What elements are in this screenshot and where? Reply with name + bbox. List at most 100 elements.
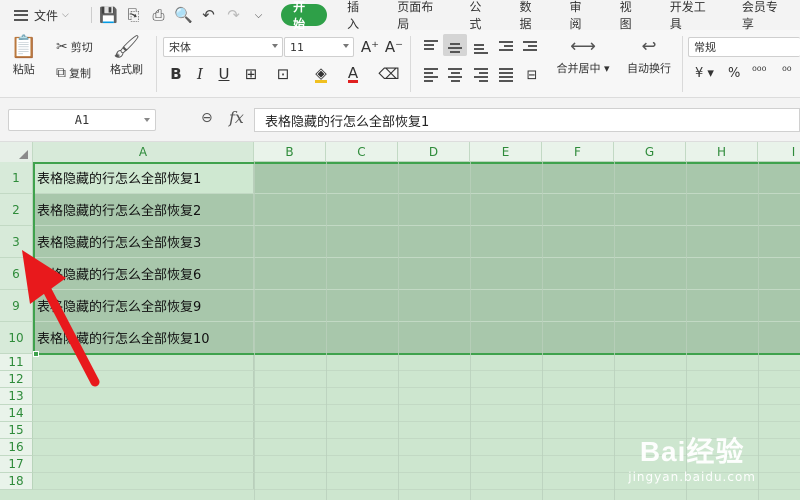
file-menu[interactable]: 文件 ⌵	[0, 0, 81, 30]
divider	[156, 36, 157, 92]
column-header-d[interactable]: D	[398, 142, 470, 162]
tab-5[interactable]: 数据	[505, 0, 555, 31]
row-header[interactable]: 2	[0, 194, 33, 226]
increase-font-icon[interactable]: A⁺	[359, 36, 381, 58]
currency-button[interactable]: ¥ ▾	[695, 66, 714, 81]
column-header-f[interactable]: F	[542, 142, 614, 162]
name-box[interactable]: A1	[8, 109, 156, 131]
indent-increase-icon[interactable]	[523, 41, 537, 53]
formula-input[interactable]: 表格隐藏的行怎么全部恢复1	[254, 108, 800, 132]
cell-a[interactable]	[33, 422, 254, 438]
column-header-h[interactable]: H	[686, 142, 758, 162]
column-header-c[interactable]: C	[326, 142, 398, 162]
export-icon[interactable]: ⎘	[121, 0, 146, 30]
row-header[interactable]: 10	[0, 322, 33, 354]
cell-a[interactable]	[33, 456, 254, 472]
align-bottom-icon[interactable]	[474, 44, 488, 56]
tab-2[interactable]: 插入	[333, 0, 383, 31]
tab-8[interactable]: 开发工具	[656, 0, 728, 31]
print-preview-icon[interactable]: 🔍	[171, 0, 196, 30]
cut-label: 剪切	[70, 41, 93, 54]
row-header[interactable]: 15	[0, 422, 33, 439]
align-top-icon[interactable]	[424, 40, 438, 52]
decimal-decrease-glyph: ⁰⁰	[782, 64, 792, 78]
tab-7[interactable]: 视图	[606, 0, 656, 31]
bold-button[interactable]: B	[165, 63, 187, 85]
cell-a[interactable]	[33, 405, 254, 421]
decimal-increase-button[interactable]: ⁰⁰⁰	[752, 64, 766, 78]
undo-icon[interactable]: ↶	[196, 0, 221, 30]
number-format-select[interactable]: 常规	[688, 37, 800, 57]
cell-a[interactable]	[33, 473, 254, 489]
font-name-select[interactable]: 宋体	[163, 37, 283, 57]
row-header[interactable]: 18	[0, 473, 33, 490]
font-color-icon[interactable]: A	[342, 63, 364, 85]
chevron-down-icon	[343, 44, 349, 48]
cut-button[interactable]: ✂ 剪切	[56, 39, 93, 55]
tab-9[interactable]: 会员专享	[728, 0, 800, 31]
indent-decrease-icon[interactable]	[499, 41, 513, 53]
row-header[interactable]: 13	[0, 388, 33, 405]
row-header[interactable]: 1	[0, 162, 33, 194]
cell-a[interactable]: 表格隐藏的行怎么全部恢复6	[33, 258, 254, 289]
zoom-icon[interactable]: ⊖	[201, 110, 213, 126]
justify-icon[interactable]	[499, 68, 513, 84]
column-header-e[interactable]: E	[470, 142, 542, 162]
decrease-font-icon[interactable]: A⁻	[383, 36, 405, 58]
table-row	[33, 354, 800, 371]
row-header[interactable]: 12	[0, 371, 33, 388]
redo-icon[interactable]: ↷	[221, 0, 246, 30]
select-all-corner[interactable]	[0, 142, 33, 162]
distributed-align-icon[interactable]: ⊟	[521, 64, 543, 86]
tab-3[interactable]: 页面布局	[383, 0, 455, 31]
cell-a[interactable]: 表格隐藏的行怎么全部恢复1	[33, 162, 254, 193]
copy-button[interactable]: ⧉ 复制	[56, 65, 91, 81]
clear-format-icon[interactable]: ⌫	[378, 63, 400, 85]
fx-icon[interactable]: fx	[229, 108, 244, 127]
cell-a[interactable]: 表格隐藏的行怎么全部恢复2	[33, 194, 254, 225]
cell-style-icon[interactable]: ⊡	[272, 63, 294, 85]
print-icon[interactable]: ⎙	[146, 0, 171, 30]
tab-6[interactable]: 审阅	[556, 0, 606, 31]
align-left-icon[interactable]	[424, 68, 438, 84]
merge-center-button[interactable]: ⟷ 合并居中 ▾	[553, 34, 613, 76]
row-header[interactable]: 9	[0, 290, 33, 322]
column-header-b[interactable]: B	[254, 142, 326, 162]
column-header-i[interactable]: I	[758, 142, 800, 162]
cell-a[interactable]	[33, 388, 254, 404]
customize-dropdown-icon[interactable]: ⌵	[246, 0, 271, 30]
row-header[interactable]: 3	[0, 226, 33, 258]
row-header[interactable]: 6	[0, 258, 33, 290]
row-header[interactable]: 16	[0, 439, 33, 456]
cell-a[interactable]	[33, 371, 254, 387]
cell-a[interactable]	[33, 354, 254, 370]
row-header[interactable]: 14	[0, 405, 33, 422]
underline-button[interactable]: U	[213, 63, 235, 85]
fill-handle[interactable]	[33, 351, 39, 357]
save-icon[interactable]: 💾	[96, 0, 121, 30]
tab-1[interactable]: 开始	[281, 0, 328, 31]
tab-4[interactable]: 公式	[455, 0, 505, 31]
font-size-select[interactable]: 11	[284, 37, 354, 57]
align-right-icon[interactable]	[474, 68, 488, 84]
column-header-g[interactable]: G	[614, 142, 686, 162]
paste-button[interactable]: 📋 粘贴	[10, 35, 37, 77]
fill-color-icon[interactable]: ◈	[310, 63, 332, 85]
decimal-decrease-button[interactable]: ⁰⁰	[782, 64, 792, 78]
italic-button[interactable]: I	[189, 63, 211, 85]
percent-button[interactable]: %	[728, 66, 740, 81]
border-icon[interactable]: ⊞	[240, 63, 262, 85]
cell-a[interactable]	[33, 439, 254, 455]
divider	[410, 36, 411, 92]
wrap-text-button[interactable]: ↩ 自动换行	[622, 34, 676, 76]
cell-a[interactable]: 表格隐藏的行怎么全部恢复10	[33, 322, 254, 353]
align-center-icon[interactable]	[448, 68, 462, 84]
chevron-down-icon: ⌵	[62, 10, 69, 20]
row-header[interactable]: 17	[0, 456, 33, 473]
file-menu-label: 文件	[34, 8, 59, 23]
format-painter-button[interactable]: 🖌 格式刷	[110, 35, 143, 77]
cell-a[interactable]: 表格隐藏的行怎么全部恢复3	[33, 226, 254, 257]
cell-a[interactable]: 表格隐藏的行怎么全部恢复9	[33, 290, 254, 321]
column-header-a[interactable]: A	[33, 142, 254, 162]
row-header[interactable]: 11	[0, 354, 33, 371]
